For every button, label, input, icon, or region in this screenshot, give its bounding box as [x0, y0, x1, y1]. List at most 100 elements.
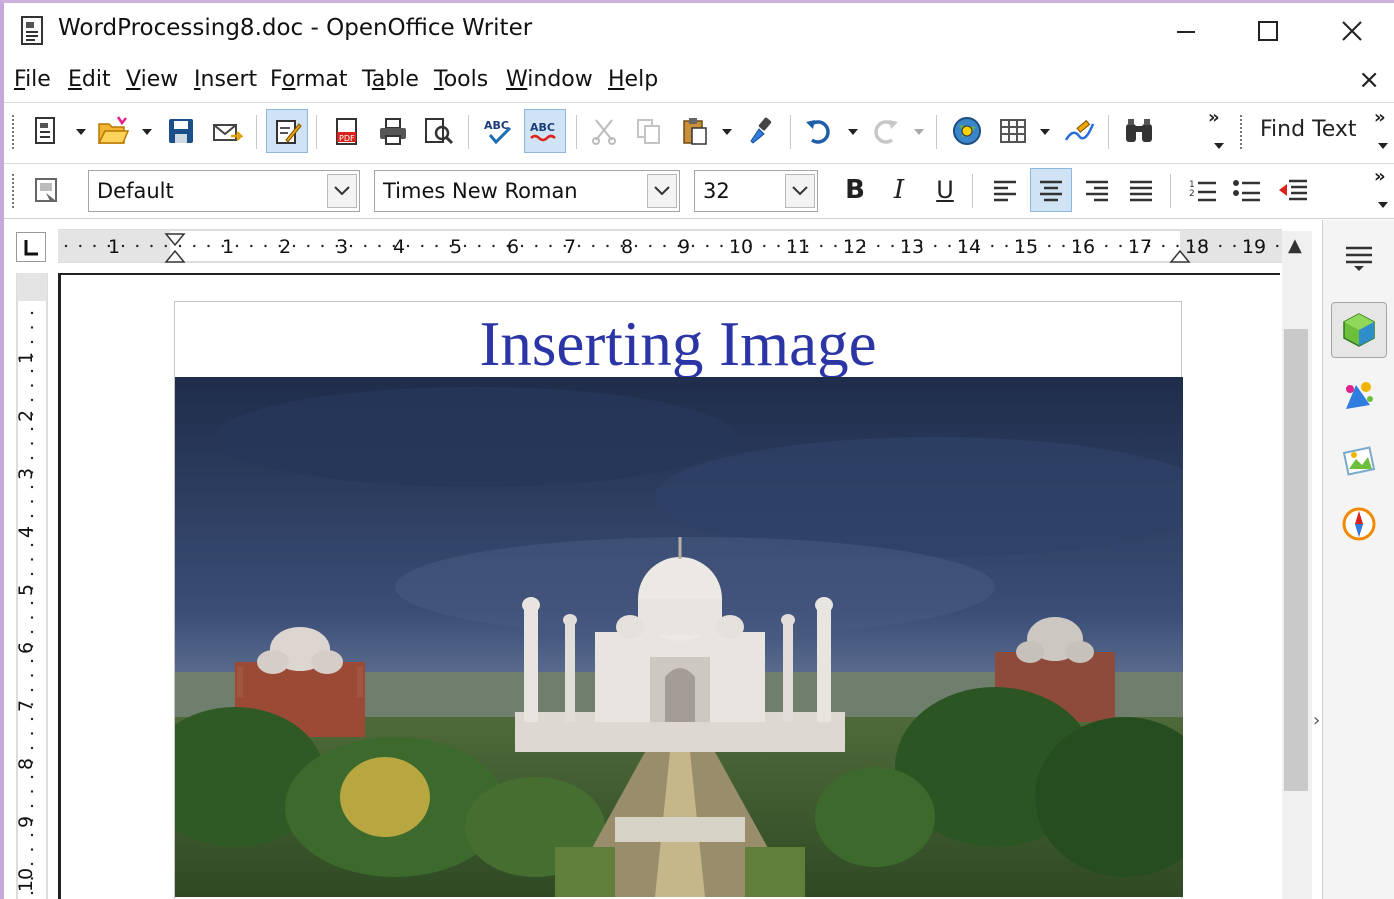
paste-icon	[683, 118, 707, 145]
sidebar-gallery-button[interactable]	[1331, 432, 1387, 488]
ruler-dot	[449, 244, 452, 248]
chevron-down-icon[interactable]	[647, 174, 677, 208]
menu-window[interactable]: Window	[506, 67, 593, 92]
menu-view[interactable]: View	[126, 67, 178, 92]
insert-table-button[interactable]	[992, 109, 1034, 153]
menu-format[interactable]: Format	[270, 67, 348, 92]
scrollbar-thumb[interactable]	[1284, 329, 1308, 791]
numbering-button[interactable]: 12	[1182, 168, 1224, 212]
table-dropdown-arrow[interactable]	[1040, 129, 1050, 135]
ruler-dot	[30, 572, 34, 576]
menu-insert[interactable]: Insert	[194, 67, 257, 92]
align-left-button[interactable]	[984, 168, 1026, 212]
minimize-button[interactable]	[1156, 9, 1216, 53]
standard-toolbar-overflow-icon[interactable]: »	[1208, 107, 1220, 128]
ruler-dot	[520, 244, 524, 248]
findbar-grip[interactable]	[1240, 115, 1244, 149]
undo-dropdown-arrow[interactable]	[848, 129, 858, 135]
font-name-combo[interactable]: Times New Roman	[374, 170, 680, 212]
chevron-down-icon[interactable]	[785, 174, 815, 208]
redo-icon	[874, 120, 898, 144]
menu-table[interactable]: Table	[362, 67, 419, 92]
bold-button[interactable]: B	[834, 168, 876, 212]
email-button[interactable]	[206, 109, 248, 153]
print-button[interactable]	[372, 109, 414, 153]
new-dropdown-arrow[interactable]	[76, 129, 86, 135]
paragraph-style-combo[interactable]: Default	[88, 170, 360, 212]
redo-button[interactable]	[864, 109, 906, 153]
findbar-overflow-icon[interactable]: »	[1374, 107, 1386, 128]
ruler-dot	[30, 340, 34, 344]
ruler-dot	[79, 244, 82, 248]
new-document-button[interactable]	[26, 109, 68, 153]
gallery-icon	[1342, 446, 1376, 476]
scroll-up-icon[interactable]: ▲	[1288, 235, 1302, 256]
clone-formatting-button[interactable]	[740, 109, 782, 153]
vertical-scrollbar[interactable]: ▲	[1282, 231, 1312, 899]
align-center-button[interactable]	[1030, 168, 1072, 212]
close-document-button[interactable]: ×	[1358, 65, 1380, 95]
sidebar-properties-button[interactable]	[1331, 302, 1387, 358]
vertical-ruler[interactable]: 1 2 3 4 5 6 7 8 9 10	[15, 272, 48, 899]
document-heading[interactable]: Inserting Image	[175, 308, 1181, 381]
italic-button[interactable]: I	[878, 168, 920, 212]
export-pdf-button[interactable]: PDF	[326, 109, 368, 153]
paste-button[interactable]	[674, 109, 716, 153]
sidebar-menu-button[interactable]	[1331, 230, 1387, 286]
taj-mahal-image[interactable]	[175, 377, 1183, 897]
undo-button[interactable]	[798, 109, 840, 153]
toolbar-grip[interactable]	[12, 115, 16, 149]
save-button[interactable]	[160, 109, 202, 153]
font-size-combo[interactable]: 32	[694, 170, 818, 212]
paste-dropdown-arrow[interactable]	[722, 129, 732, 135]
auto-spellcheck-button[interactable]: ABC	[524, 109, 566, 153]
toolbar-grip[interactable]	[12, 174, 16, 208]
document-page[interactable]: Inserting Image	[174, 301, 1183, 899]
ruler-dot	[1276, 244, 1279, 248]
underline-button[interactable]: U	[924, 168, 966, 212]
sidebar-navigator-button[interactable]	[1331, 496, 1387, 552]
svg-text:PDF: PDF	[339, 134, 355, 143]
find-text-label[interactable]: Find Text	[1260, 117, 1357, 142]
show-draw-functions-button[interactable]	[1058, 109, 1100, 153]
spellcheck-button[interactable]: ABC	[478, 109, 520, 153]
numbered-list-icon: 12	[1189, 180, 1216, 202]
decrease-indent-button[interactable]	[1272, 168, 1314, 212]
ruler-dot	[30, 630, 34, 634]
open-button[interactable]	[92, 109, 134, 153]
copy-button[interactable]	[628, 109, 670, 153]
styles-formatting-button[interactable]	[26, 168, 68, 212]
horizontal-ruler[interactable]: 1 1 2 3 4 5 6 7 8 9 10 11 12 13 14 15 16 17 18 19	[57, 228, 1283, 264]
navigator-button[interactable]	[946, 109, 988, 153]
open-dropdown-arrow[interactable]	[142, 129, 152, 135]
cut-button[interactable]	[584, 109, 626, 153]
sidebar-styles-button[interactable]	[1331, 368, 1387, 424]
menu-help[interactable]: Help	[608, 67, 658, 92]
compass-icon	[1342, 507, 1376, 541]
menu-tools[interactable]: Tools	[434, 67, 488, 92]
chevron-down-icon[interactable]	[327, 174, 357, 208]
close-button[interactable]	[1322, 9, 1382, 53]
edit-file-button[interactable]	[266, 109, 308, 153]
menu-edit[interactable]: Edit	[68, 67, 111, 92]
ruler-dot	[307, 244, 310, 248]
align-right-button[interactable]	[1076, 168, 1118, 212]
find-replace-button[interactable]	[1118, 109, 1160, 153]
ruler-dot	[620, 244, 623, 248]
ruler-dot	[1048, 244, 1051, 248]
save-icon	[169, 119, 193, 143]
formatting-toolbar-overflow-icon[interactable]: »	[1374, 166, 1386, 187]
sidebar-collapse-icon[interactable]: ›	[1313, 710, 1320, 731]
title-bar: WordProcessing8.doc - OpenOffice Writer	[4, 3, 1394, 57]
svg-text:2: 2	[1189, 189, 1195, 199]
maximize-icon	[1258, 21, 1278, 41]
bullets-button[interactable]	[1226, 168, 1268, 212]
redo-dropdown-arrow[interactable]	[914, 129, 924, 135]
menu-file[interactable]: File	[14, 67, 51, 92]
maximize-button[interactable]	[1238, 9, 1298, 53]
ruler-dot	[30, 384, 34, 387]
page-preview-button[interactable]	[418, 109, 460, 153]
tab-stop-selector[interactable]	[16, 232, 46, 262]
ruler-dot	[221, 244, 224, 248]
justify-button[interactable]	[1120, 168, 1162, 212]
